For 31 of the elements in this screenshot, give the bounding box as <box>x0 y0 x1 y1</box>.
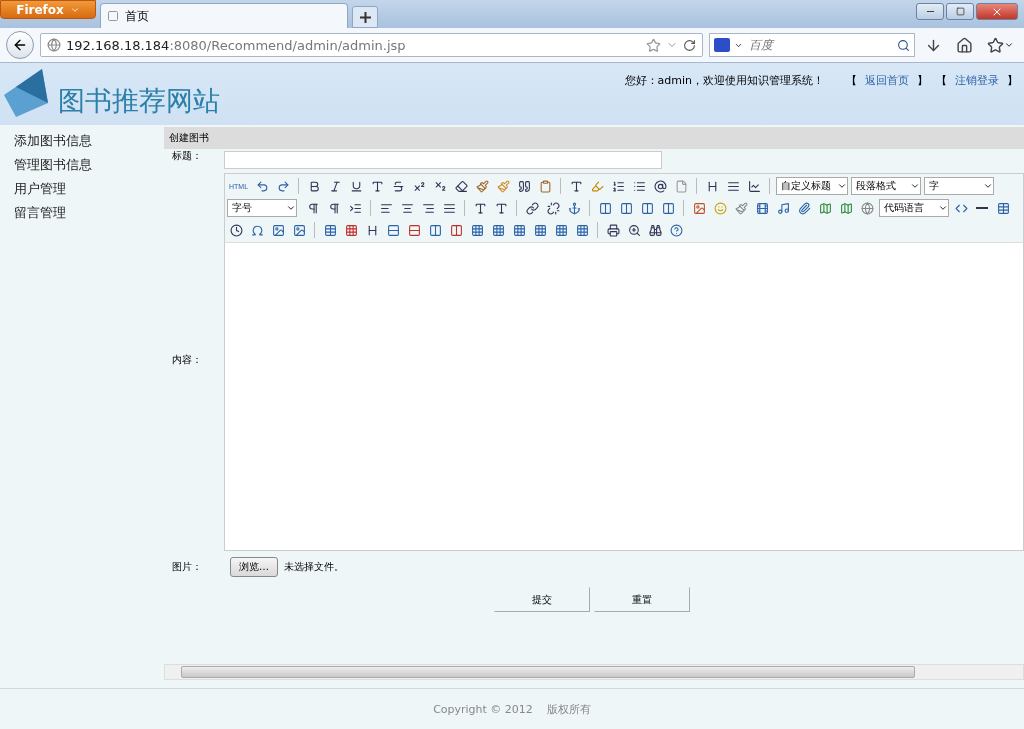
dropdown[interactable]: 字 <box>924 177 995 195</box>
sidebar-item[interactable]: 用户管理 <box>0 177 164 201</box>
field-label: 图片： <box>171 560 203 574</box>
field-label: 标题： <box>171 149 203 163</box>
sidebar-item[interactable]: 添加图书信息 <box>0 129 164 153</box>
panel-title: 创建图书 <box>164 127 1024 149</box>
dropdown[interactable]: 段落格式 <box>851 177 922 195</box>
address-bar[interactable]: 192.168.18.184:8080/Recommend/admin/admin.jsp <box>40 33 703 57</box>
browser-tab[interactable]: 首页 <box>100 3 348 28</box>
dropdown[interactable]: 字号 <box>227 199 297 217</box>
dropdown[interactable]: 自定义标题 <box>776 177 849 195</box>
greeting-text: 您好：admin，欢迎使用知识管理系统！ <box>624 73 824 88</box>
header-link[interactable]: 注销登录 <box>955 73 999 88</box>
sidebar-item[interactable]: 管理图书信息 <box>0 153 164 177</box>
bracket: 】 <box>1007 73 1018 88</box>
bracket: 【 <box>936 73 947 88</box>
form-button[interactable]: 提交 <box>494 587 590 612</box>
site-title: 图书推荐网站 <box>58 84 220 118</box>
header-link[interactable]: 返回首页 <box>865 73 909 88</box>
url-text: 192.168.18.184:8080/Recommend/admin/admin.jsp <box>66 37 407 53</box>
file-status-text: 未选择文件。 <box>284 560 344 574</box>
field-label: 内容： <box>171 353 203 367</box>
search-bar[interactable]: 百度 <box>709 33 915 57</box>
browse-button[interactable]: 浏览… <box>230 557 278 577</box>
copyright-text: Copyright © 2012 版权所有 <box>433 701 591 717</box>
sidebar-item[interactable]: 留言管理 <box>0 201 164 225</box>
form-button[interactable]: 重置 <box>594 587 690 612</box>
bracket: 】 <box>917 73 928 88</box>
dropdown[interactable]: 代码语言 <box>879 199 949 217</box>
bracket: 【 <box>846 73 857 88</box>
tab-title: 首页 <box>125 7 149 25</box>
